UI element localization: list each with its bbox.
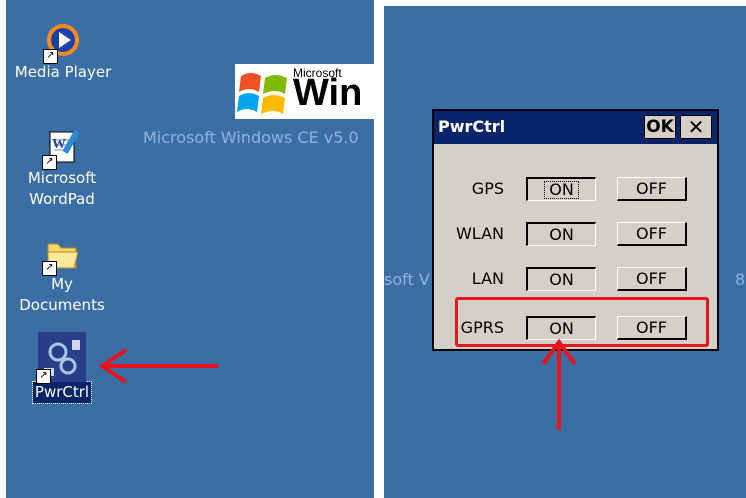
desktop-right: soft V 8 PwrCtrl OK ✕ GPS ON OFF WLAN ON… [384,6,746,498]
desktop-icon-my-documents[interactable]: ↗ My Documents [12,234,112,316]
gps-off-button[interactable]: OFF [617,177,687,201]
annotation-arrow-up-icon [541,338,577,430]
dialog-title: PwrCtrl [438,117,506,136]
row-label-gps: GPS [471,179,504,198]
shortcut-arrow-icon: ↗ [42,261,57,276]
lan-on-button[interactable]: ON [526,267,596,291]
row-label-lan: LAN [471,269,504,288]
desktop-left: ↗ Media Player W ↗ Microsoft WordPad ↗ M… [6,0,374,498]
close-button[interactable]: ✕ [680,115,712,139]
version-watermark: Microsoft Windows CE v5.0 [143,128,359,147]
desktop-icon-label: My Documents [19,275,105,314]
gps-on-label: ON [544,181,579,199]
windows-logo-banner: Microsoft Win [235,64,374,119]
windows-flag-icon [237,73,287,114]
desktop-icon-wordpad[interactable]: W ↗ Microsoft WordPad [12,128,112,210]
lan-off-button[interactable]: OFF [617,267,687,291]
wlan-off-button[interactable]: OFF [617,222,687,246]
watermark-fragment-right: 8 [735,270,746,289]
shortcut-arrow-icon: ↗ [36,369,51,384]
ok-button[interactable]: OK [644,115,676,139]
wlan-on-button[interactable]: ON [526,222,596,246]
desktop-icon-label: PwrCtrl [31,381,93,404]
desktop-icon-pwrctrl[interactable]: ↗ PwrCtrl [26,332,98,404]
desktop-icon-label: Microsoft WordPad [27,169,97,208]
shortcut-arrow-icon: ↗ [42,155,57,170]
shortcut-arrow-icon: ↗ [43,49,58,64]
row-label-wlan: WLAN [455,224,504,243]
gps-on-button[interactable]: ON [526,177,596,201]
desktop-icon-media-player[interactable]: ↗ Media Player [8,22,118,83]
annotation-highlight-box [455,297,709,347]
watermark-fragment-left: soft V [384,270,430,289]
annotation-arrow-left-icon [98,348,218,384]
desktop-icon-label: Media Player [14,63,112,81]
logo-text-large: Win [293,72,363,114]
dialog-titlebar: PwrCtrl OK ✕ [434,111,717,144]
